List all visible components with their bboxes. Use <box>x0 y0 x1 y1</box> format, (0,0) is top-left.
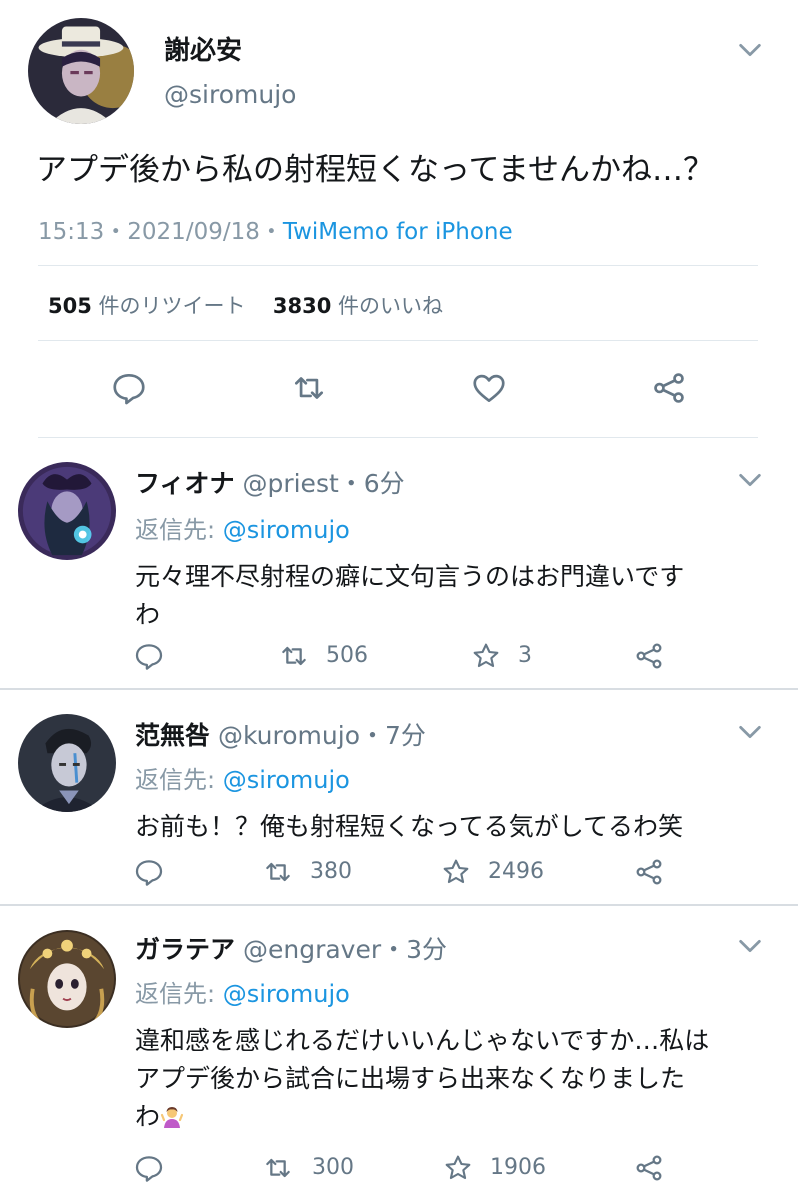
reply-tweet: フィオナ @priest・6分 返信先: @siromujo 元々理不尽射程の癖… <box>0 438 798 688</box>
tweet-meta: 15:13・2021/09/18・TwiMemo for iPhone <box>38 212 513 246</box>
reply-header: フィオナ @priest・6分 <box>135 464 405 500</box>
retweet-icon[interactable] <box>290 369 328 407</box>
reply-icon[interactable] <box>133 640 165 672</box>
avatar[interactable] <box>28 18 134 124</box>
like-count: 2496 <box>488 859 544 884</box>
retweet-icon[interactable] <box>262 1152 294 1184</box>
like-count: 3 <box>518 643 532 668</box>
reply-text-line: 違和感を感じれるだけいいんじゃないですか…私は <box>135 1026 710 1055</box>
author-name[interactable]: フィオナ <box>135 469 235 498</box>
author-name[interactable]: ガラテア <box>135 935 235 964</box>
retweet-count: 300 <box>312 1155 354 1180</box>
reply-tweet: ガラテア @engraver・3分 返信先: @siromujo 違和感を感じれ… <box>0 906 798 1200</box>
like-label[interactable]: 件のいいね <box>338 294 443 318</box>
reply-text-line: お前も！？俺も射程短くなってる気がしてるわ笑 <box>135 812 684 841</box>
author-name[interactable]: 范無咎 <box>135 721 210 750</box>
tweet-timestamp: 15:13・2021/09/18・ <box>38 219 283 245</box>
retweet-label[interactable]: 件のリツイート <box>99 294 246 318</box>
reply-to-link[interactable]: @siromujo <box>223 766 350 794</box>
reply-text-line: 元々理不尽射程の癖に文句言うのはお門違いです <box>135 562 685 591</box>
author-name[interactable]: 謝必安 <box>164 30 242 67</box>
reply-to-label: 返信先: <box>135 980 223 1008</box>
author-handle-time[interactable]: @priest・6分 <box>242 469 404 498</box>
divider <box>38 265 758 266</box>
reply-text-line: わ <box>135 600 161 629</box>
reply-header: ガラテア @engraver・3分 <box>135 930 447 966</box>
reply-text-line-3: わ <box>135 1098 709 1136</box>
avatar[interactable] <box>18 930 116 1028</box>
chevron-down-icon[interactable] <box>736 932 764 960</box>
retweet-count: 380 <box>310 859 352 884</box>
retweet-count[interactable]: 505 <box>48 294 92 318</box>
avatar[interactable] <box>18 462 116 560</box>
share-icon[interactable] <box>633 856 665 888</box>
retweet-count: 506 <box>326 643 368 668</box>
like-count: 1906 <box>490 1155 546 1180</box>
tweet-stats: 505 件のリツイート 3830 件のいいね <box>48 290 443 320</box>
reply-to-label: 返信先: <box>135 516 223 544</box>
divider <box>38 340 758 341</box>
avatar[interactable] <box>18 714 116 812</box>
author-handle[interactable]: @siromujo <box>164 80 296 109</box>
star-icon[interactable] <box>442 1152 474 1184</box>
heart-icon[interactable] <box>470 369 508 407</box>
reply-to-link[interactable]: @siromujo <box>223 516 350 544</box>
reply-to-link[interactable]: @siromujo <box>223 980 350 1008</box>
reply-icon[interactable] <box>133 856 165 888</box>
chevron-down-icon[interactable] <box>736 718 764 746</box>
tweet-text: アプデ後から私の射程短くなってませんかね…？ <box>36 152 714 188</box>
reply-to-label: 返信先: <box>135 766 223 794</box>
reply-to: 返信先: @siromujo <box>135 510 350 545</box>
retweet-icon[interactable] <box>262 856 294 888</box>
reply-to: 返信先: @siromujo <box>135 974 350 1009</box>
person-shrugging-emoji <box>160 1107 184 1128</box>
tweet-source-link[interactable]: TwiMemo for iPhone <box>283 219 513 245</box>
reply-text: お前も！？俺も射程短くなってる気がしてるわ笑 <box>135 808 683 846</box>
reply-icon[interactable] <box>110 369 148 407</box>
share-icon[interactable] <box>633 640 665 672</box>
star-icon[interactable] <box>470 640 502 672</box>
like-count[interactable]: 3830 <box>273 294 331 318</box>
reply-tweet: 范無咎 @kuromujo・7分 返信先: @siromujo お前も！？俺も射… <box>0 690 798 904</box>
reply-text-line: アプデ後から試合に出場すら出来なくなりました <box>135 1064 686 1093</box>
author-handle-time[interactable]: @engraver・3分 <box>243 935 447 964</box>
reply-icon[interactable] <box>133 1152 165 1184</box>
retweet-icon[interactable] <box>278 640 310 672</box>
share-icon[interactable] <box>633 1152 665 1184</box>
star-icon[interactable] <box>440 856 472 888</box>
reply-text: 元々理不尽射程の癖に文句言うのはお門違いです わ <box>135 558 684 634</box>
reply-to: 返信先: @siromujo <box>135 760 350 795</box>
chevron-down-icon[interactable] <box>736 36 764 64</box>
reply-text: 違和感を感じれるだけいいんじゃないですか…私は アプデ後から試合に出場すら出来な… <box>135 1022 709 1136</box>
chevron-down-icon[interactable] <box>736 466 764 494</box>
share-icon[interactable] <box>650 369 688 407</box>
reply-header: 范無咎 @kuromujo・7分 <box>135 716 426 752</box>
author-handle-time[interactable]: @kuromujo・7分 <box>218 721 426 750</box>
reply-text-line: わ <box>135 1102 161 1131</box>
main-tweet: 謝必安 @siromujo アプデ後から私の射程短くなってませんかね…？ 15:… <box>0 0 798 438</box>
